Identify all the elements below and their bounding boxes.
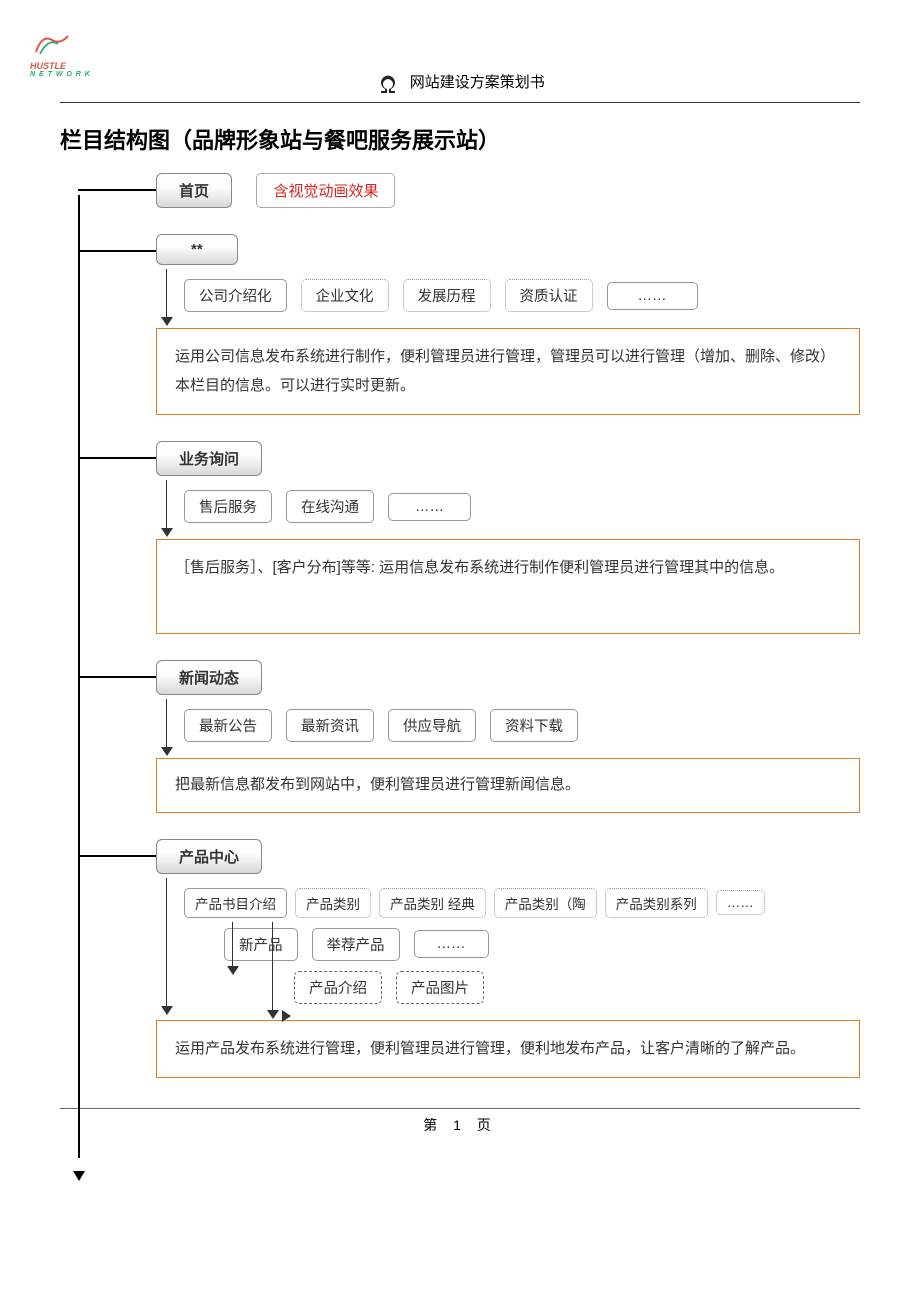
structure-diagram: 首页 含视觉动画效果 ** 公司介绍化 企业文化 发展历程 资质认证 …… 运用…: [60, 173, 860, 1078]
row-home: 首页 含视觉动画效果: [96, 173, 860, 208]
about-items: 公司介绍化 企业文化 发展历程 资质认证 ……: [184, 279, 860, 312]
node-about: **: [156, 234, 238, 265]
item-box: 最新资讯: [286, 709, 374, 742]
desc-business: ［售后服务］、[客户分布]等等: 运用信息发布系统进行制作便利管理员进行管理其中…: [156, 539, 860, 634]
item-box: ……: [716, 890, 765, 915]
footer-pagenum: 1: [453, 1117, 467, 1133]
news-items: 最新公告 最新资讯 供应导航 资料下载: [184, 709, 860, 742]
connector: [78, 855, 156, 857]
arrow-down-icon: [227, 966, 239, 975]
item-box: 产品图片: [396, 971, 484, 1004]
item-box: 产品介绍: [294, 971, 382, 1004]
section-product: 产品中心 产品书目介绍 产品类别 产品类别 经典 产品类别（陶 产品类别系列 ……: [96, 839, 860, 1079]
section-business: 业务询问 售后服务 在线沟通 …… ［售后服务］、[客户分布]等等: 运用信息发…: [96, 441, 860, 634]
item-box: 公司介绍化: [184, 279, 287, 312]
arrow-down-icon: [267, 1010, 279, 1019]
sub-about: 公司介绍化 企业文化 发展历程 资质认证 ……: [96, 279, 860, 312]
sub-vline: [166, 269, 167, 319]
item-box: 产品类别 经典: [379, 888, 486, 918]
item-box: 供应导航: [388, 709, 476, 742]
page-title: 栏目结构图（品牌形象站与餐吧服务展示站）: [60, 123, 860, 155]
note-home: 含视觉动画效果: [256, 173, 395, 208]
item-box: 产品类别（陶: [494, 888, 597, 918]
logo-text-2: N E T W O R K: [30, 71, 91, 78]
desc-news: 把最新信息都发布到网站中，便利管理员进行管理新闻信息。: [156, 758, 860, 813]
connector: [78, 250, 156, 252]
doc-header-title: 网站建设方案策划书: [410, 71, 545, 92]
product-inner: 新产品 举荐产品 …… 产品介绍 产品图片: [124, 928, 860, 1004]
sub-business: 售后服务 在线沟通 ……: [96, 490, 860, 523]
page-footer: 第 1 页: [60, 1115, 860, 1135]
trunk-arrow-icon: [73, 1171, 85, 1181]
inner-vline2: [272, 922, 273, 1012]
arrow-down-icon: [161, 747, 173, 756]
product-row1: 产品书目介绍 产品类别 产品类别 经典 产品类别（陶 产品类别系列 ……: [184, 888, 860, 918]
item-box: ……: [388, 493, 471, 521]
item-box: ……: [607, 282, 698, 310]
item-box: 最新公告: [184, 709, 272, 742]
sub-product: 产品书目介绍 产品类别 产品类别 经典 产品类别（陶 产品类别系列 …… 新产品…: [96, 888, 860, 1004]
omega-icon: [375, 70, 401, 96]
item-box: 企业文化: [301, 279, 389, 312]
desc-about: 运用公司信息发布系统进行制作，便利管理员进行管理，管理员可以进行管理（增加、删除…: [156, 328, 860, 415]
logo: HUSTLE N E T W O R K: [30, 30, 91, 78]
node-business: 业务询问: [156, 441, 262, 476]
item-box: 产品类别系列: [605, 888, 708, 918]
arrow-right-icon: [282, 1010, 291, 1022]
connector: [78, 457, 156, 459]
footer-prefix: 第: [423, 1117, 443, 1133]
sub-vline: [166, 699, 167, 749]
section-about: ** 公司介绍化 企业文化 发展历程 资质认证 …… 运用公司信息发布系统进行制…: [96, 234, 860, 415]
item-box: 新产品: [224, 928, 298, 961]
item-box: 资质认证: [505, 279, 593, 312]
arrow-down-icon: [161, 317, 173, 326]
node-home: 首页: [156, 173, 232, 208]
item-box: 产品书目介绍: [184, 888, 287, 918]
item-box: 资料下载: [490, 709, 578, 742]
sub-news: 最新公告 最新资讯 供应导航 资料下载: [96, 709, 860, 742]
business-items: 售后服务 在线沟通 ……: [184, 490, 860, 523]
connector: [78, 189, 156, 191]
item-box: 产品类别: [295, 888, 371, 918]
header-divider: [60, 102, 860, 103]
item-box: 售后服务: [184, 490, 272, 523]
footer-suffix: 页: [477, 1117, 497, 1133]
item-box: 举荐产品: [312, 928, 400, 961]
product-row2: 新产品 举荐产品 ……: [224, 928, 860, 961]
doc-header: 网站建设方案策划书: [60, 70, 860, 96]
arrow-down-icon: [161, 1006, 173, 1015]
node-product: 产品中心: [156, 839, 262, 874]
item-box: 发展历程: [403, 279, 491, 312]
inner-vline: [232, 922, 233, 968]
desc-product: 运用产品发布系统进行管理，便利管理员进行管理，便利地发布产品，让客户清晰的了解产…: [156, 1020, 860, 1079]
logo-text-1: HUSTLE: [30, 62, 91, 71]
item-box: ……: [414, 930, 489, 958]
node-news: 新闻动态: [156, 660, 262, 695]
page: HUSTLE N E T W O R K 网站建设方案策划书 栏目结构图（品牌形…: [0, 0, 920, 1175]
arrow-down-icon: [161, 528, 173, 537]
sub-vline: [166, 480, 167, 530]
logo-mark-icon: [30, 30, 76, 60]
item-box: 在线沟通: [286, 490, 374, 523]
section-news: 新闻动态 最新公告 最新资讯 供应导航 资料下载 把最新信息都发布到网站中，便利…: [96, 660, 860, 813]
connector: [78, 676, 156, 678]
product-row3: 产品介绍 产品图片: [294, 971, 860, 1004]
footer-divider: [60, 1108, 860, 1109]
